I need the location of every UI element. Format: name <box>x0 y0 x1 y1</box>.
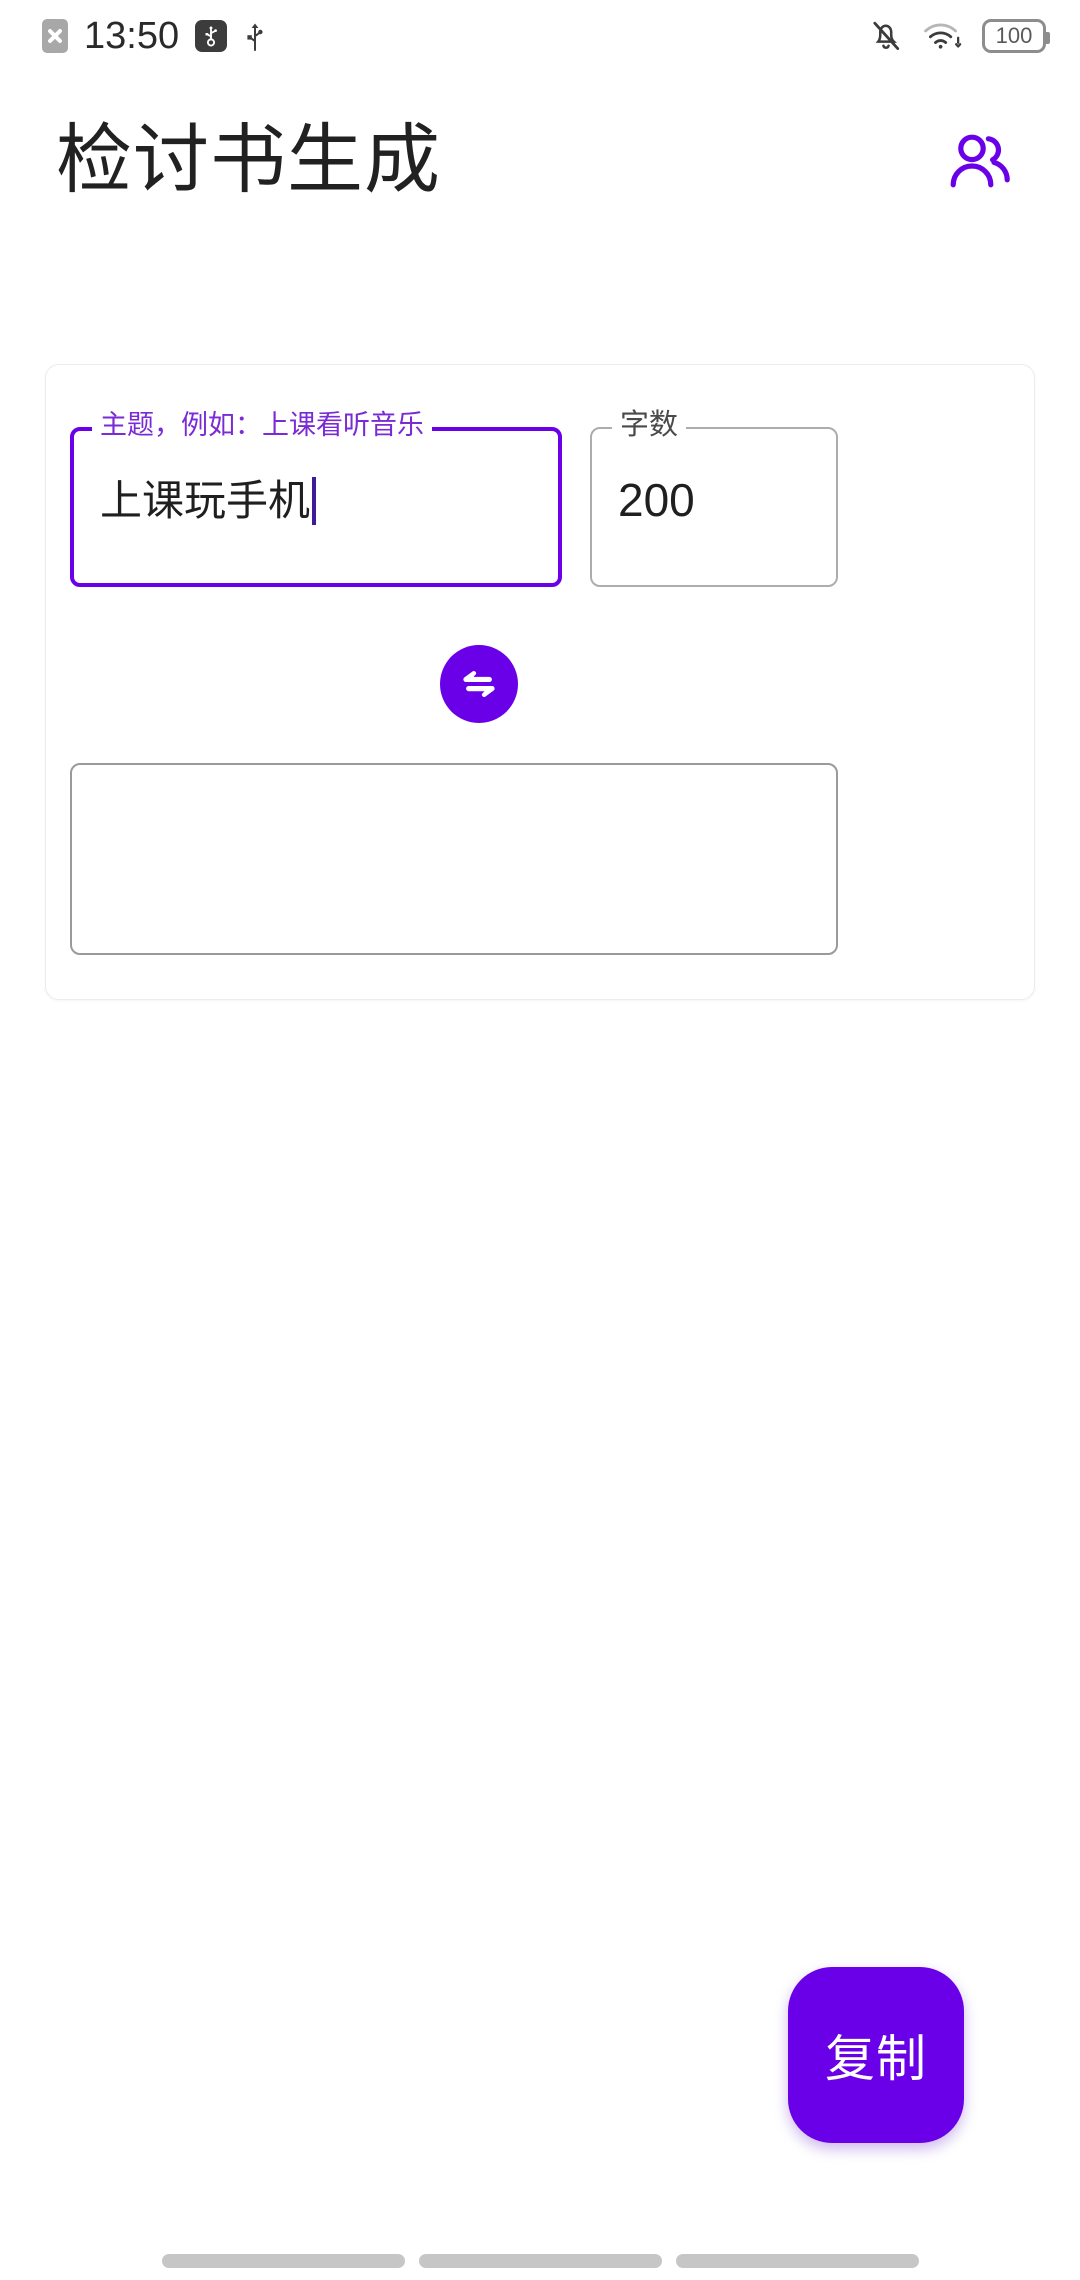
status-bar-left: 13:50 <box>42 17 267 55</box>
status-bar-clock: 13:50 <box>84 15 180 57</box>
nav-recents-pill[interactable] <box>161 2254 405 2268</box>
generate-button[interactable] <box>440 645 518 723</box>
page-title: 检讨书生成 <box>56 118 441 203</box>
generator-card: 主题，例如：上课看听音乐 上课玩手机 字数 200 <box>45 364 1035 1000</box>
wifi-icon <box>922 19 962 53</box>
word-count-input[interactable]: 字数 200 <box>590 411 838 587</box>
topic-input-value-row: 上课玩手机 <box>100 476 317 525</box>
topic-input[interactable]: 主题，例如：上课看听音乐 上课玩手机 <box>70 412 562 587</box>
copy-button-label: 复制 <box>825 2031 927 2087</box>
word-count-input-label: 字数 <box>612 411 687 440</box>
battery-level-label: 100 <box>995 23 1033 48</box>
battery-icon: 100 <box>982 19 1050 53</box>
swap-horizontal-icon <box>456 661 502 707</box>
text-cursor <box>312 477 317 525</box>
sim-missing-icon <box>42 19 68 53</box>
output-textarea[interactable] <box>70 763 838 955</box>
nav-back-pill[interactable] <box>675 2254 919 2268</box>
people-icon-button[interactable] <box>932 113 1028 209</box>
topic-input-label: 主题，例如：上课看听音乐 <box>92 412 432 439</box>
people-icon <box>944 128 1016 194</box>
status-bar-right: 100 <box>870 18 1050 54</box>
usb-debug-icon <box>195 20 228 52</box>
system-navigation-bar <box>0 2208 1080 2280</box>
word-count-input-value: 200 <box>618 474 695 526</box>
notifications-off-icon <box>870 18 902 54</box>
copy-button[interactable]: 复制 <box>788 1967 964 2143</box>
app-header: 检讨书生成 <box>0 96 1080 226</box>
status-bar: 13:50 100 <box>0 0 1080 72</box>
nav-home-pill[interactable] <box>418 2254 662 2268</box>
topic-input-value: 上课玩手机 <box>100 476 311 524</box>
phone-screen: 13:50 100 检讨书生成 主题，例如：上课看听音乐 上课玩手机 字数 20… <box>0 0 1080 2280</box>
usb-icon <box>243 20 267 52</box>
